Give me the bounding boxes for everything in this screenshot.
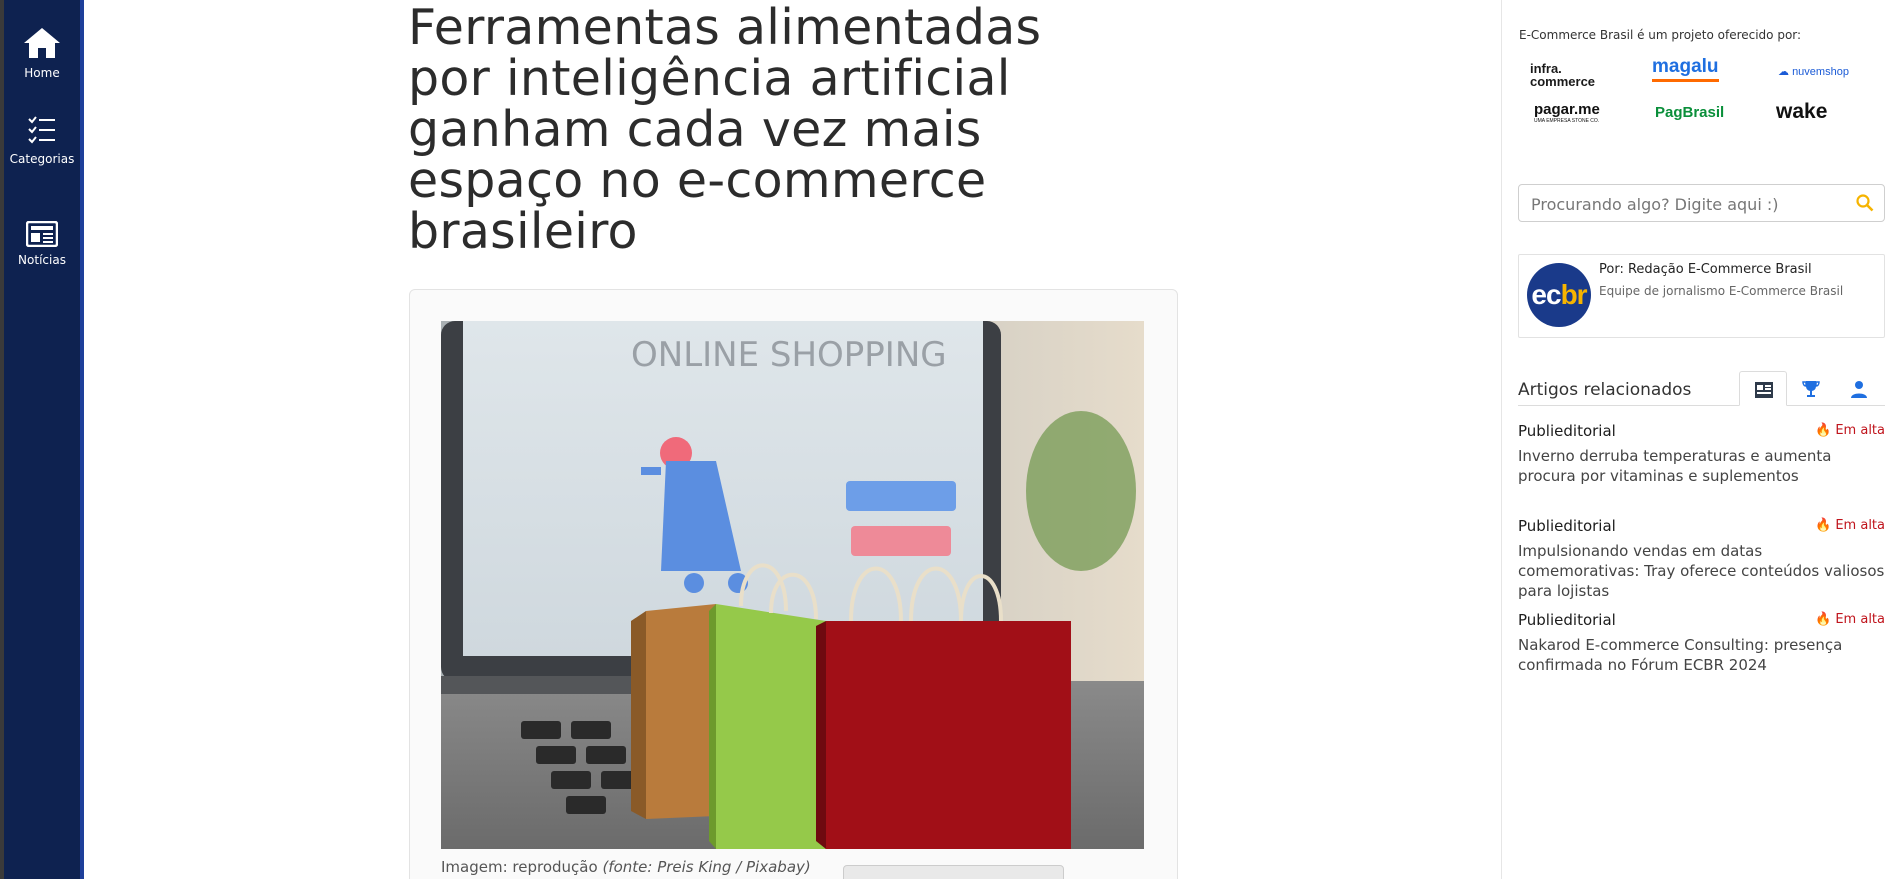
article-photo: ONLINE SHOPPING — [441, 321, 1144, 849]
list-icon — [28, 116, 55, 144]
left-nav: Home Categorias Notícias — [0, 0, 84, 879]
related-item-hot-label: Em alta — [1835, 423, 1885, 438]
page: Home Categorias Notícias Ferramentas ali… — [0, 0, 1887, 879]
author-role: Equipe de jornalismo E-Commerce Brasil — [1599, 284, 1844, 298]
sponsor-logo-pagarme-sub: UMA EMPRESA STONE CO. — [1534, 118, 1600, 124]
related-item[interactable]: Publieditorial 🔥 Em alta Impulsionando v… — [1518, 517, 1885, 601]
related-item-hot-badge: 🔥 Em alta — [1815, 423, 1885, 438]
related-item-hot-label: Em alta — [1835, 518, 1885, 533]
cloud-icon: ☁ — [1778, 66, 1789, 78]
search-icon[interactable] — [1856, 194, 1874, 217]
nav-label-noticias: Notícias — [18, 253, 66, 267]
newspaper-icon — [26, 221, 58, 247]
nav-label-home: Home — [24, 66, 60, 80]
fire-icon: 🔥 — [1815, 423, 1832, 438]
sponsor-logo-infracommerce-line2: commerce — [1530, 74, 1596, 89]
sponsor-title: E-Commerce Brasil é um projeto oferecido… — [1519, 28, 1802, 42]
related-item[interactable]: Publieditorial 🔥 Em alta Inverno derruba… — [1518, 422, 1885, 486]
author-card: ecbr Por: Redação E-Commerce Brasil Equi… — [1518, 254, 1885, 338]
tab-top[interactable] — [1787, 371, 1835, 406]
news-icon — [1755, 382, 1773, 398]
nav-item-noticias[interactable]: Notícias — [4, 221, 80, 267]
nav-item-home[interactable]: Home — [4, 26, 80, 80]
person-icon — [1851, 381, 1867, 398]
caption-source: (fonte: Preis King / Pixabay) — [602, 858, 811, 876]
shopping-bags-image: ONLINE SHOPPING — [441, 321, 1144, 849]
avatar-text-b: br — [1560, 279, 1588, 310]
tab-author[interactable] — [1835, 371, 1883, 406]
author-avatar: ecbr — [1527, 263, 1591, 327]
sponsor-logo-pagarme[interactable]: pagar.me UMA EMPRESA STONE CO. — [1534, 101, 1600, 124]
avatar-text-a: ec — [1531, 279, 1561, 310]
nav-item-categorias[interactable]: Categorias — [4, 116, 80, 166]
nav-label-categorias: Categorias — [9, 152, 75, 166]
related-item-title[interactable]: Inverno derruba temperaturas e aumenta p… — [1518, 446, 1885, 486]
related-item[interactable]: Publieditorial 🔥 Em alta Nakarod E-comme… — [1518, 611, 1885, 675]
related-item-hot-badge: 🔥 Em alta — [1815, 518, 1885, 533]
sponsor-logo-infracommerce[interactable]: infra. commerce — [1530, 62, 1595, 88]
article-title: Ferramentas alimentadas por inteligência… — [408, 0, 1042, 260]
photo-screen-text: ONLINE SHOPPING — [631, 335, 947, 375]
sponsor-logo-nuvemshop[interactable]: ☁ nuvemshop — [1778, 65, 1849, 78]
fire-icon: 🔥 — [1815, 612, 1832, 627]
author-name[interactable]: Por: Redação E-Commerce Brasil — [1599, 262, 1812, 277]
share-toolbar[interactable] — [843, 865, 1064, 879]
trophy-icon — [1802, 381, 1820, 397]
related-item-hot-label: Em alta — [1835, 612, 1885, 627]
sponsor-logo-wake[interactable]: wake — [1776, 100, 1827, 124]
fire-icon: 🔥 — [1815, 518, 1832, 533]
photo-caption: Imagem: reprodução (fonte: Preis King / … — [441, 858, 811, 876]
sponsor-logo-pagarme-text: pagar.me — [1534, 101, 1600, 118]
sponsor-logo-magalu[interactable]: magalu — [1652, 56, 1719, 82]
caption-prefix: Imagem: reprodução — [441, 858, 598, 876]
related-item-hot-badge: 🔥 Em alta — [1815, 612, 1885, 627]
search-box — [1518, 184, 1885, 222]
tab-latest[interactable] — [1739, 371, 1787, 406]
sponsor-logo-pagbrasil[interactable]: PagBrasil — [1655, 104, 1724, 121]
home-icon — [24, 28, 60, 58]
sponsor-logo-nuvemshop-text: nuvemshop — [1792, 66, 1849, 78]
related-articles-title: Artigos relacionados — [1518, 380, 1692, 400]
related-item-title[interactable]: Impulsionando vendas em datas comemorati… — [1518, 541, 1885, 601]
related-item-title[interactable]: Nakarod E-commerce Consulting: presença … — [1518, 635, 1885, 675]
search-input[interactable] — [1531, 193, 1851, 215]
